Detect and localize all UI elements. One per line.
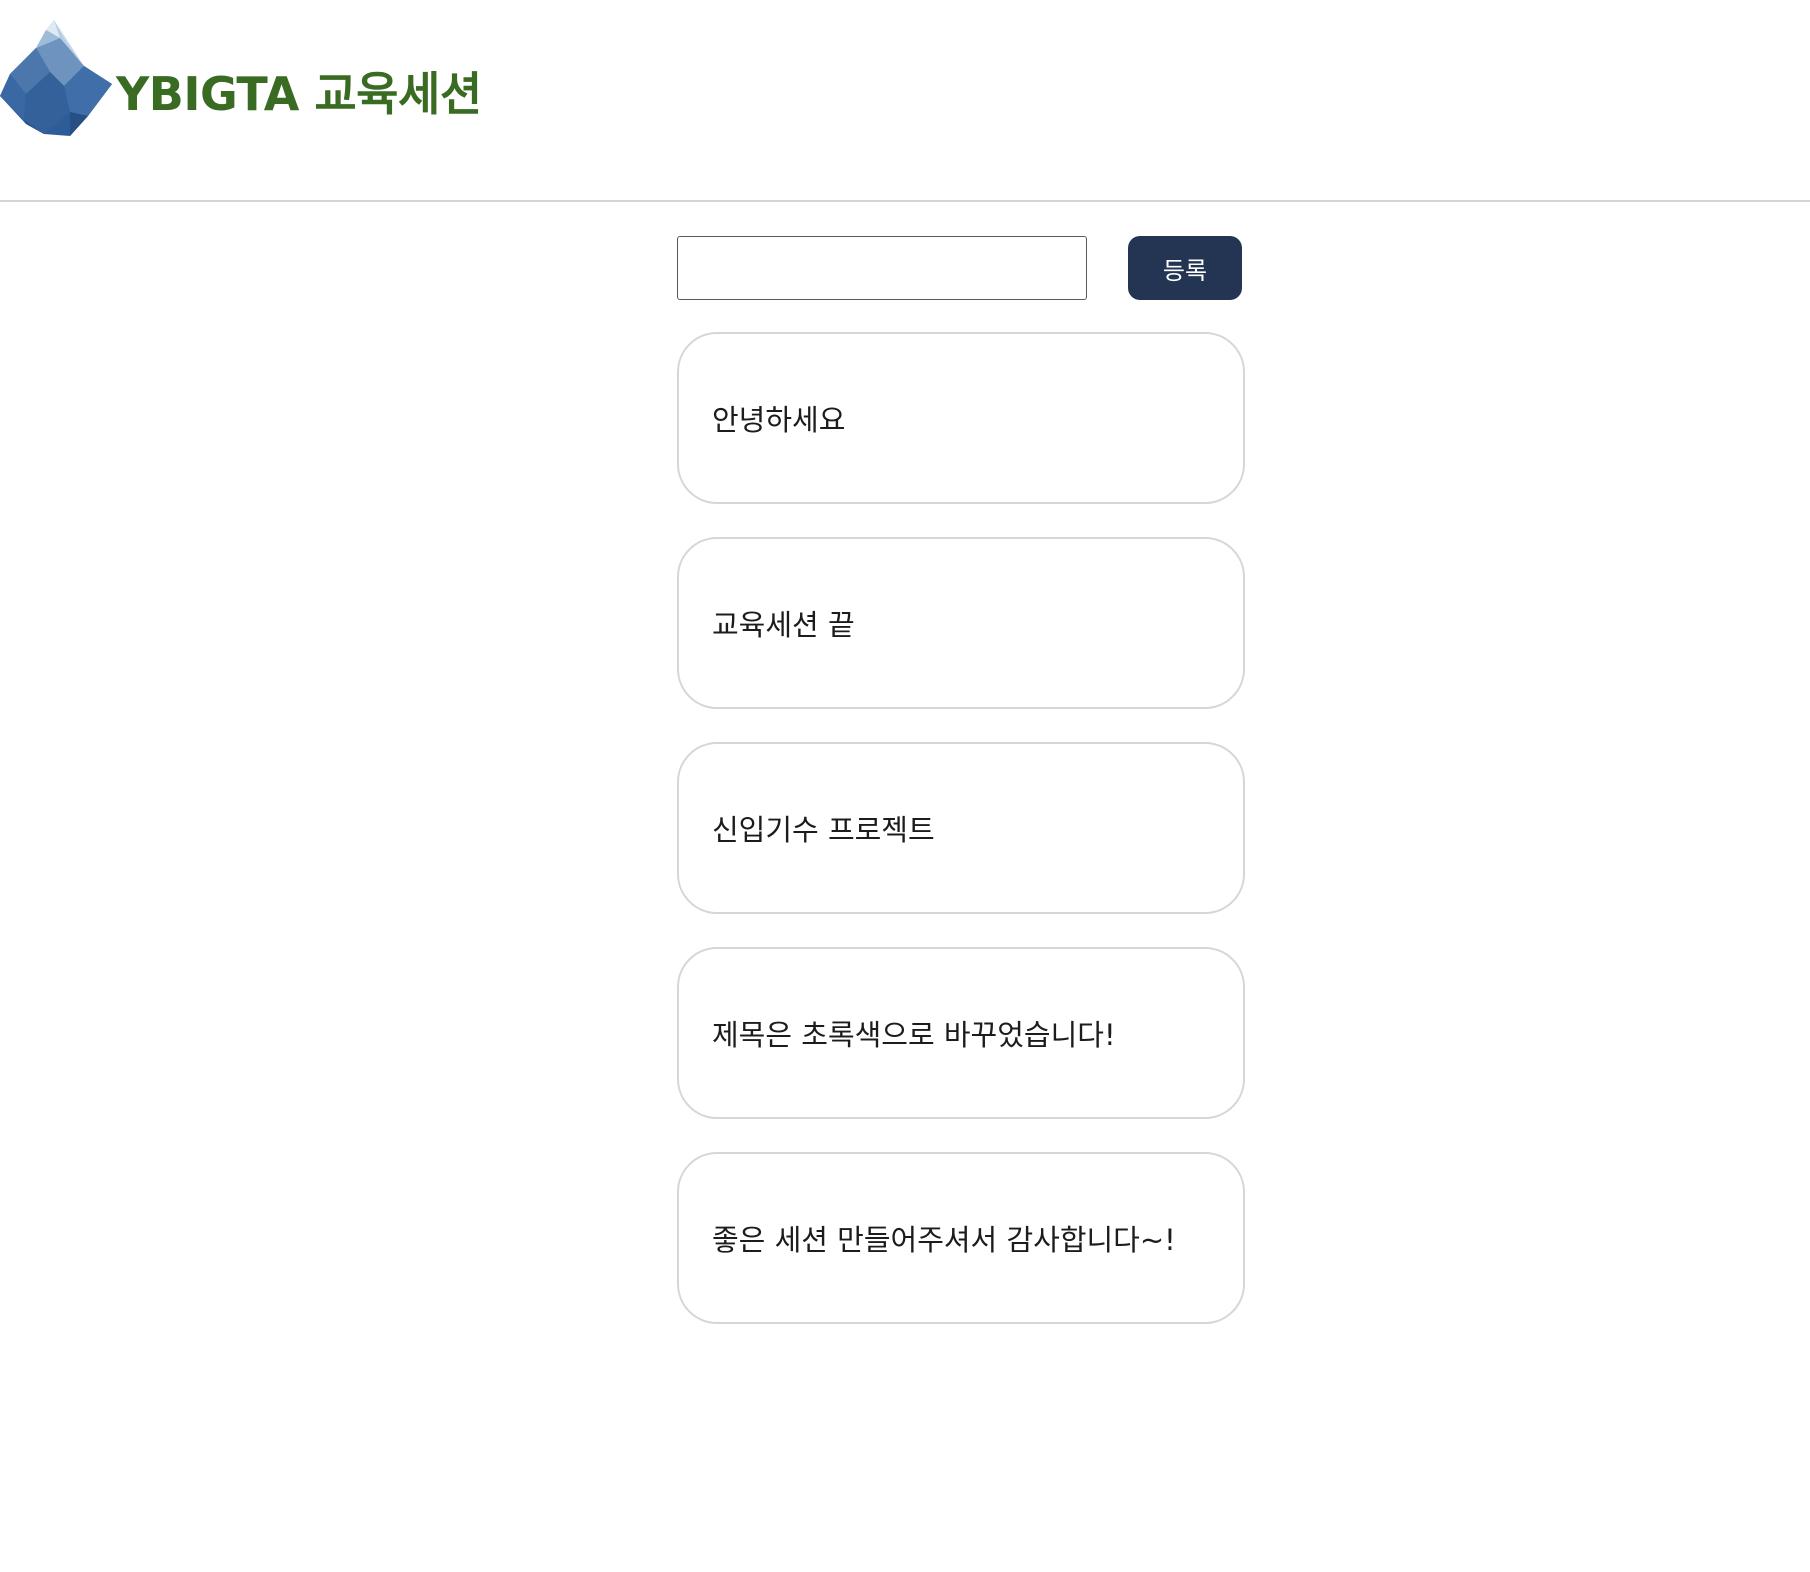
submit-button[interactable]: 등록 — [1128, 236, 1242, 300]
list-item: 교육세션 끝 — [677, 537, 1245, 709]
list-item: 신입기수 프로젝트 — [677, 742, 1245, 914]
post-form: 등록 — [677, 236, 1242, 300]
post-input[interactable] — [677, 236, 1087, 300]
list-item-text: 안녕하세요 — [712, 403, 846, 437]
iceberg-logo-icon — [0, 20, 112, 136]
list-item-text: 좋은 세션 만들어주셔서 감사합니다~! — [712, 1223, 1176, 1257]
list-item: 안녕하세요 — [677, 332, 1245, 504]
post-list: 안녕하세요 교육세션 끝 신입기수 프로젝트 제목은 초록색으로 바꾸었습니다!… — [677, 332, 1245, 1357]
list-item: 제목은 초록색으로 바꾸었습니다! — [677, 947, 1245, 1119]
list-item-text: 제목은 초록색으로 바꾸었습니다! — [712, 1018, 1116, 1052]
list-item-text: 신입기수 프로젝트 — [712, 813, 935, 847]
site-title: YBIGTA 교육세션 — [116, 67, 482, 121]
list-item-text: 교육세션 끝 — [712, 608, 855, 642]
site-header: YBIGTA 교육세션 — [0, 0, 1810, 202]
list-item: 좋은 세션 만들어주셔서 감사합니다~! — [677, 1152, 1245, 1324]
